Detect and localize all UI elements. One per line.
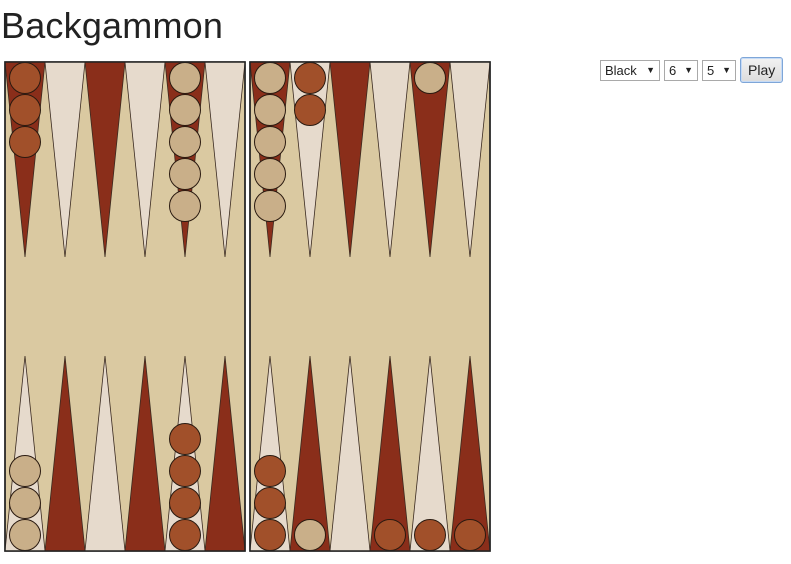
play-button[interactable]: Play — [740, 57, 784, 83]
light-checker[interactable] — [294, 519, 326, 551]
light-checker[interactable] — [254, 158, 286, 190]
chevron-down-icon: ▼ — [646, 65, 655, 75]
die1-select-value: 6 — [669, 62, 677, 78]
light-checker[interactable] — [169, 62, 201, 94]
chevron-down-icon: ▼ — [684, 65, 693, 75]
light-checker[interactable] — [9, 487, 41, 519]
dark-checker[interactable] — [414, 519, 446, 551]
light-checker[interactable] — [414, 62, 446, 94]
light-checker[interactable] — [9, 519, 41, 551]
dark-checker[interactable] — [254, 519, 286, 551]
controls-bar: Black ▼ 6 ▼ 5 ▼ Play — [600, 57, 784, 83]
dark-checker[interactable] — [169, 423, 201, 455]
light-checker[interactable] — [254, 62, 286, 94]
dark-checker[interactable] — [169, 455, 201, 487]
light-checker[interactable] — [169, 126, 201, 158]
dark-checker[interactable] — [374, 519, 406, 551]
die1-select[interactable]: 6 ▼ — [664, 59, 698, 81]
dark-checker[interactable] — [254, 455, 286, 487]
light-checker[interactable] — [9, 455, 41, 487]
backgammon-board[interactable] — [0, 0, 791, 564]
dark-checker[interactable] — [169, 487, 201, 519]
dark-checker[interactable] — [169, 519, 201, 551]
light-checker[interactable] — [254, 94, 286, 126]
chevron-down-icon: ▼ — [722, 65, 731, 75]
dark-checker[interactable] — [454, 519, 486, 551]
dark-checker[interactable] — [254, 487, 286, 519]
board-right-half — [249, 61, 491, 552]
light-checker[interactable] — [169, 94, 201, 126]
dark-checker[interactable] — [294, 62, 326, 94]
dark-checker[interactable] — [294, 94, 326, 126]
player-select-value: Black — [605, 62, 637, 78]
die2-select-value: 5 — [707, 62, 715, 78]
dark-checker[interactable] — [9, 126, 41, 158]
die2-select[interactable]: 5 ▼ — [702, 59, 736, 81]
light-checker[interactable] — [254, 126, 286, 158]
board-left-half — [4, 61, 246, 552]
light-checker[interactable] — [169, 190, 201, 222]
player-select[interactable]: Black ▼ — [600, 59, 660, 81]
light-checker[interactable] — [169, 158, 201, 190]
dark-checker[interactable] — [9, 62, 41, 94]
light-checker[interactable] — [254, 190, 286, 222]
dark-checker[interactable] — [9, 94, 41, 126]
